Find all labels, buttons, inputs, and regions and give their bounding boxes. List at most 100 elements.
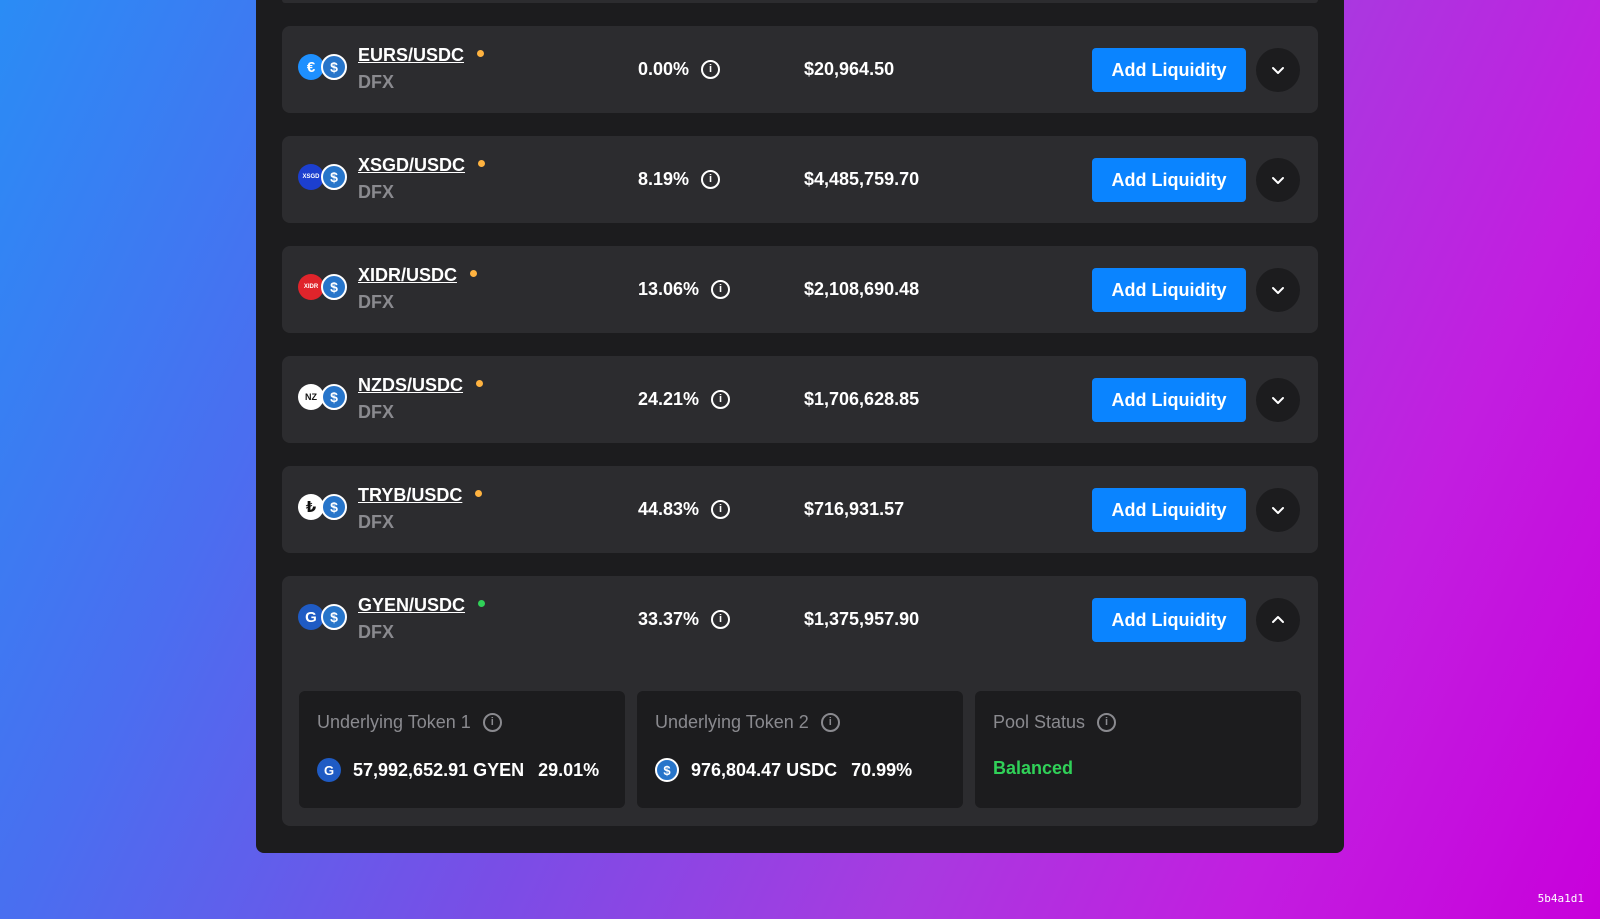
apr-value: 33.37% xyxy=(638,609,700,629)
underlying-token-1-card: Underlying Token 1 i G 57,992,652.91 GYE… xyxy=(299,691,625,808)
chevron-down-icon xyxy=(1272,397,1284,404)
token-pair-logos: NZ $ xyxy=(298,384,348,414)
card-title: Underlying Token 1 i xyxy=(317,712,502,733)
expand-toggle-button[interactable] xyxy=(1256,268,1300,312)
token-pair-logos: XIDR $ xyxy=(298,274,348,304)
chevron-down-icon xyxy=(1272,287,1284,294)
watermark: 5b4a1d1 xyxy=(1537,892,1584,905)
info-icon[interactable]: i xyxy=(701,60,721,79)
chevron-up-icon xyxy=(1272,616,1284,623)
apr-value: 44.83% xyxy=(638,499,700,519)
apr-value: 0.00% xyxy=(638,59,690,79)
status-dot xyxy=(470,270,478,278)
pool-tvl: $1,706,628.85 xyxy=(804,389,920,409)
pool-tvl: $20,964.50 xyxy=(804,59,895,79)
token-1-balance: G 57,992,652.91 GYEN 29.01% xyxy=(317,758,599,782)
pool-apr: 0.00% i xyxy=(638,59,721,80)
card-title: Pool Status i xyxy=(993,712,1117,733)
apr-value: 24.21% xyxy=(638,389,700,409)
usdc-token-logo: $ xyxy=(655,758,679,782)
pool-apr: 33.37% i xyxy=(638,609,731,630)
pool-platform: DFX xyxy=(358,72,394,92)
pool-platform: DFX xyxy=(358,622,394,642)
card-title: Underlying Token 2 i xyxy=(655,712,840,733)
expand-toggle-button[interactable] xyxy=(1256,378,1300,422)
pool-row: XIDR $ XIDR/USDC DFX 13.06% i $2,108,690… xyxy=(282,246,1318,333)
token-pair-logos: ₺ $ xyxy=(298,494,348,524)
pool-tvl: $1,375,957.90 xyxy=(804,609,920,629)
token-pair-logos: XSGD $ xyxy=(298,164,348,194)
gyen-token-logo: G xyxy=(317,758,341,782)
pool-name: XSGD/USDC DFX xyxy=(358,155,486,203)
underlying-token-2-card: Underlying Token 2 i $ 976,804.47 USDC 7… xyxy=(637,691,963,808)
pool-pair-link[interactable]: EURS/USDC xyxy=(358,45,464,65)
status-dot xyxy=(478,160,486,168)
expand-toggle-button[interactable] xyxy=(1256,598,1300,642)
apr-value: 8.19% xyxy=(638,169,690,189)
pool-tvl: $2,108,690.48 xyxy=(804,279,920,299)
apr-value: 13.06% xyxy=(638,279,700,299)
pool-apr: 24.21% i xyxy=(638,389,731,410)
chevron-down-icon xyxy=(1272,507,1284,514)
add-liquidity-button[interactable]: Add Liquidity xyxy=(1092,488,1246,532)
token-pair-logos: € $ xyxy=(298,54,348,84)
expand-toggle-button[interactable] xyxy=(1256,158,1300,202)
pool-pair-link[interactable]: XSGD/USDC xyxy=(358,155,465,175)
status-dot xyxy=(477,50,485,58)
add-liquidity-button[interactable]: Add Liquidity xyxy=(1092,268,1246,312)
info-icon[interactable]: i xyxy=(701,170,721,189)
info-icon[interactable]: i xyxy=(820,713,840,732)
pool-apr: 13.06% i xyxy=(638,279,731,300)
info-icon[interactable]: i xyxy=(711,390,731,409)
pool-pair-link[interactable]: NZDS/USDC xyxy=(358,375,463,395)
pool-tvl: $716,931.57 xyxy=(804,499,905,519)
status-dot xyxy=(478,600,486,608)
token-pair-logos: G $ xyxy=(298,604,348,634)
chevron-down-icon xyxy=(1272,177,1284,184)
expand-toggle-button[interactable] xyxy=(1256,48,1300,92)
pool-row: € $ EURS/USDC DFX 0.00% i $20,964.50 Add… xyxy=(282,26,1318,113)
pool-pair-link[interactable]: XIDR/USDC xyxy=(358,265,457,285)
usdc-token-logo: $ xyxy=(321,604,347,630)
pool-name: NZDS/USDC DFX xyxy=(358,375,484,423)
chevron-down-icon xyxy=(1272,67,1284,74)
status-dot xyxy=(476,380,484,388)
add-liquidity-button[interactable]: Add Liquidity xyxy=(1092,158,1246,202)
pool-name: TRYB/USDC DFX xyxy=(358,485,483,533)
pool-apr: 8.19% i xyxy=(638,169,721,190)
usdc-token-logo: $ xyxy=(321,54,347,80)
usdc-token-logo: $ xyxy=(321,494,347,520)
info-icon[interactable]: i xyxy=(482,713,502,732)
pool-platform: DFX xyxy=(358,292,394,312)
pool-name: GYEN/USDC DFX xyxy=(358,595,486,643)
pool-platform: DFX xyxy=(358,182,394,202)
info-icon[interactable]: i xyxy=(711,280,731,299)
usdc-token-logo: $ xyxy=(321,164,347,190)
pool-row: XSGD $ XSGD/USDC DFX 8.19% i $4,485,759.… xyxy=(282,136,1318,223)
pool-name: EURS/USDC DFX xyxy=(358,45,485,93)
pool-apr: 44.83% i xyxy=(638,499,731,520)
pool-status-card: Pool Status i Balanced xyxy=(975,691,1301,808)
pools-panel: € $ EURS/USDC DFX 0.00% i $20,964.50 Add… xyxy=(256,0,1344,853)
pool-platform: DFX xyxy=(358,402,394,422)
pool-name: XIDR/USDC DFX xyxy=(358,265,478,313)
token-2-balance: $ 976,804.47 USDC 70.99% xyxy=(655,758,912,782)
info-icon[interactable]: i xyxy=(711,500,731,519)
add-liquidity-button[interactable]: Add Liquidity xyxy=(1092,378,1246,422)
pool-row: ₺ $ TRYB/USDC DFX 44.83% i $716,931.57 A… xyxy=(282,466,1318,553)
expand-toggle-button[interactable] xyxy=(1256,488,1300,532)
usdc-token-logo: $ xyxy=(321,274,347,300)
status-dot xyxy=(475,490,483,498)
pool-row: NZ $ NZDS/USDC DFX 24.21% i $1,706,628.8… xyxy=(282,356,1318,443)
pool-platform: DFX xyxy=(358,512,394,532)
add-liquidity-button[interactable]: Add Liquidity xyxy=(1092,48,1246,92)
pool-row: G $ GYEN/USDC DFX 33.37% i $1,375,957.90… xyxy=(282,576,1318,826)
add-liquidity-button[interactable]: Add Liquidity xyxy=(1092,598,1246,642)
pool-tvl: $4,485,759.70 xyxy=(804,169,920,189)
info-icon[interactable]: i xyxy=(1097,713,1117,732)
pool-pair-link[interactable]: GYEN/USDC xyxy=(358,595,465,615)
previous-row-edge xyxy=(282,0,1318,3)
pool-pair-link[interactable]: TRYB/USDC xyxy=(358,485,462,505)
pool-status-value: Balanced xyxy=(993,758,1074,778)
info-icon[interactable]: i xyxy=(711,610,731,629)
